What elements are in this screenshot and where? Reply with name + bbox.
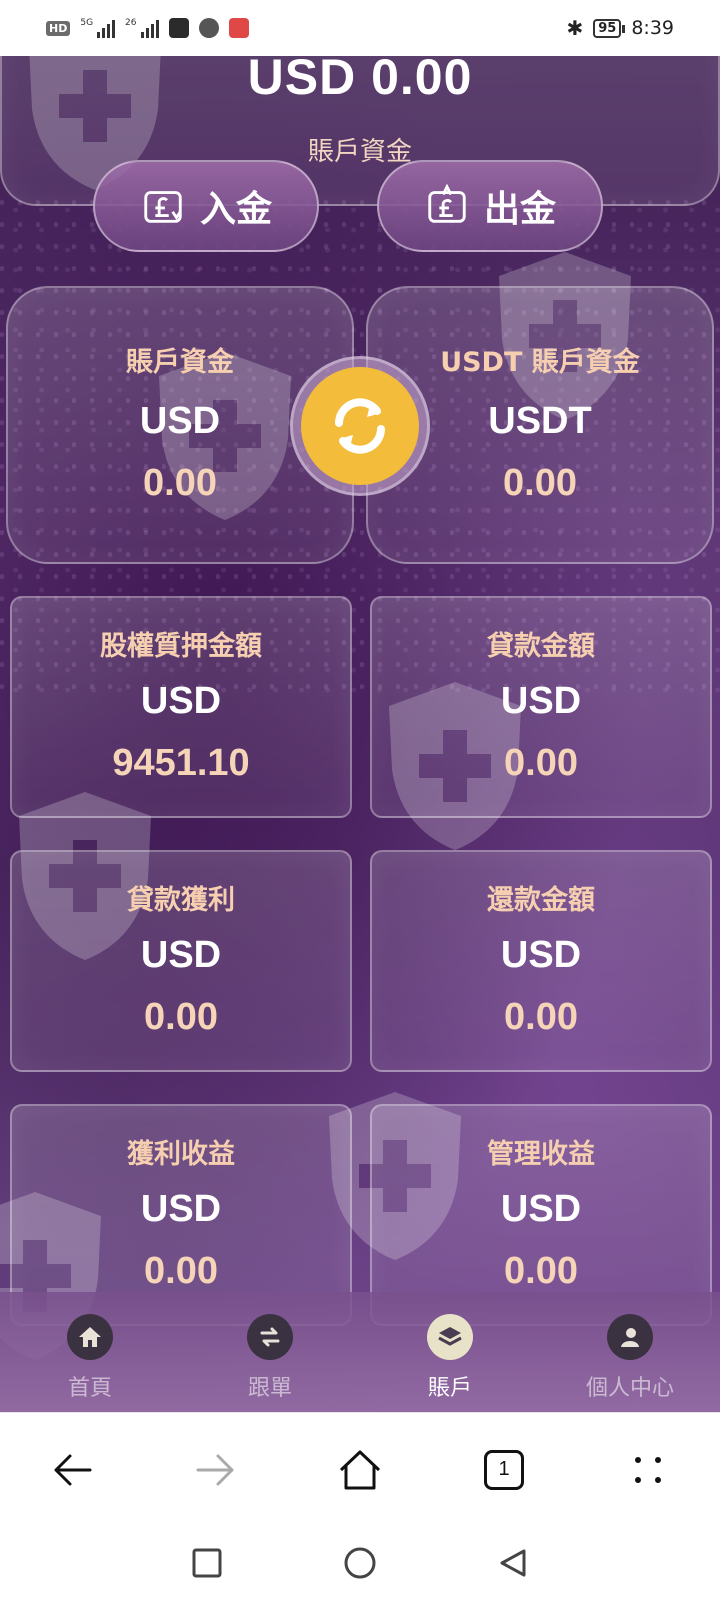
stat-value: 0.00 (504, 996, 578, 1038)
stat-currency: USD (500, 680, 582, 722)
tabs-button[interactable]: 1 (464, 1430, 544, 1510)
stat-card-loan[interactable]: 貸款金額 USD 0.00 (370, 596, 712, 818)
deposit-icon (144, 191, 182, 223)
forward-button[interactable] (176, 1430, 256, 1510)
stat-title: 管理收益 (487, 1139, 595, 1170)
balance-title: 賬戶資金 (126, 347, 234, 378)
deposit-button[interactable]: 入金 (93, 160, 319, 252)
total-amount: USD 0.00 (247, 56, 473, 105)
stat-card-pledge[interactable]: 股權質押金額 USD 9451.10 (10, 596, 352, 818)
stat-value: 0.00 (144, 1250, 218, 1292)
sim2-network-label: 26 (125, 18, 137, 28)
balance-value: 0.00 (143, 462, 217, 504)
menu-button[interactable] (608, 1430, 688, 1510)
tab-count: 1 (484, 1449, 524, 1490)
stat-title: 獲利收益 (127, 1139, 235, 1170)
stat-title: 還款金額 (487, 885, 595, 916)
stat-value: 0.00 (144, 996, 218, 1038)
clock: 8:39 (631, 17, 674, 39)
tab-label: 首頁 (67, 1376, 112, 1401)
stat-value: 0.00 (504, 1250, 578, 1292)
stat-currency: USD (500, 934, 582, 976)
recents-icon[interactable] (191, 1547, 223, 1579)
book-notification-icon (228, 18, 249, 38)
stat-card-repayment[interactable]: 還款金額 USD 0.00 (370, 850, 712, 1072)
arrow-right-icon (196, 1454, 234, 1485)
back-triangle-icon[interactable] (497, 1547, 529, 1579)
battery-level: 95 (598, 20, 617, 36)
stat-value: 0.00 (504, 742, 578, 784)
battery-icon: 95 (593, 18, 626, 38)
app-notification-icon (168, 18, 189, 38)
tab-copy-trade[interactable]: 跟單 (180, 1292, 360, 1412)
stat-title: 貸款獲利 (127, 885, 235, 916)
balance-title: USDT 賬戶資金 (440, 347, 640, 378)
home-button[interactable] (320, 1430, 400, 1510)
deposit-label: 入金 (199, 189, 272, 230)
stat-title: 股權質押金額 (100, 631, 262, 662)
app-content[interactable]: USD 0.00 賬戶資金 入金 出金 賬戶資金 USD 0.00 USDT 賬… (0, 56, 720, 1412)
withdraw-label: 出金 (483, 189, 556, 230)
stat-currency: USD (140, 934, 222, 976)
stat-currency: USD (140, 1188, 222, 1230)
stat-card-loan-profit[interactable]: 貸款獲利 USD 0.00 (10, 850, 352, 1072)
exchange-inner (301, 367, 419, 485)
bluetooth-icon: ✱ (566, 16, 584, 40)
bottom-tab-bar: 首頁 跟單 賬戶 個人中心 (0, 1292, 720, 1412)
layers-icon (427, 1314, 473, 1360)
back-button[interactable] (32, 1430, 112, 1510)
balance-value: 0.00 (503, 462, 577, 504)
home-circle-icon[interactable] (343, 1546, 377, 1580)
stat-title: 貸款金額 (487, 631, 595, 662)
status-bar: HD 5G 26 ✱ 95 8:39 (0, 0, 720, 56)
browser-toolbar: 1 (0, 1412, 720, 1526)
withdraw-button[interactable]: 出金 (377, 160, 603, 252)
tab-account[interactable]: 賬戶 (360, 1292, 540, 1412)
tab-label: 賬戶 (427, 1376, 472, 1401)
hd-badge: HD (46, 20, 71, 36)
swap-icon (247, 1314, 293, 1360)
signal-sim2-icon: 26 (125, 18, 159, 38)
status-bar-right: ✱ 95 8:39 (566, 16, 674, 40)
signal-sim1-icon: 5G (80, 18, 116, 38)
refresh-icon (335, 398, 385, 454)
stat-currency: USD (500, 1188, 582, 1230)
total-label: 賬戶資金 (307, 137, 412, 167)
house-icon (339, 1450, 381, 1489)
tab-profile[interactable]: 個人中心 (540, 1292, 720, 1412)
stat-value: 9451.10 (112, 742, 250, 784)
stat-currency: USD (140, 680, 222, 722)
exchange-button[interactable] (290, 356, 430, 496)
user-icon (607, 1314, 653, 1360)
system-navigation-bar (0, 1526, 720, 1600)
sim1-network-label: 5G (80, 18, 94, 28)
status-bar-left: HD 5G 26 (46, 18, 249, 38)
globe-notification-icon (198, 18, 219, 38)
tab-home[interactable]: 首頁 (0, 1292, 180, 1412)
home-icon (67, 1314, 113, 1360)
arrow-left-icon (54, 1454, 92, 1485)
tab-label: 跟單 (247, 1376, 292, 1401)
tab-label: 個人中心 (585, 1376, 674, 1401)
withdraw-icon (428, 183, 466, 223)
menu-dots-icon (635, 1456, 661, 1483)
